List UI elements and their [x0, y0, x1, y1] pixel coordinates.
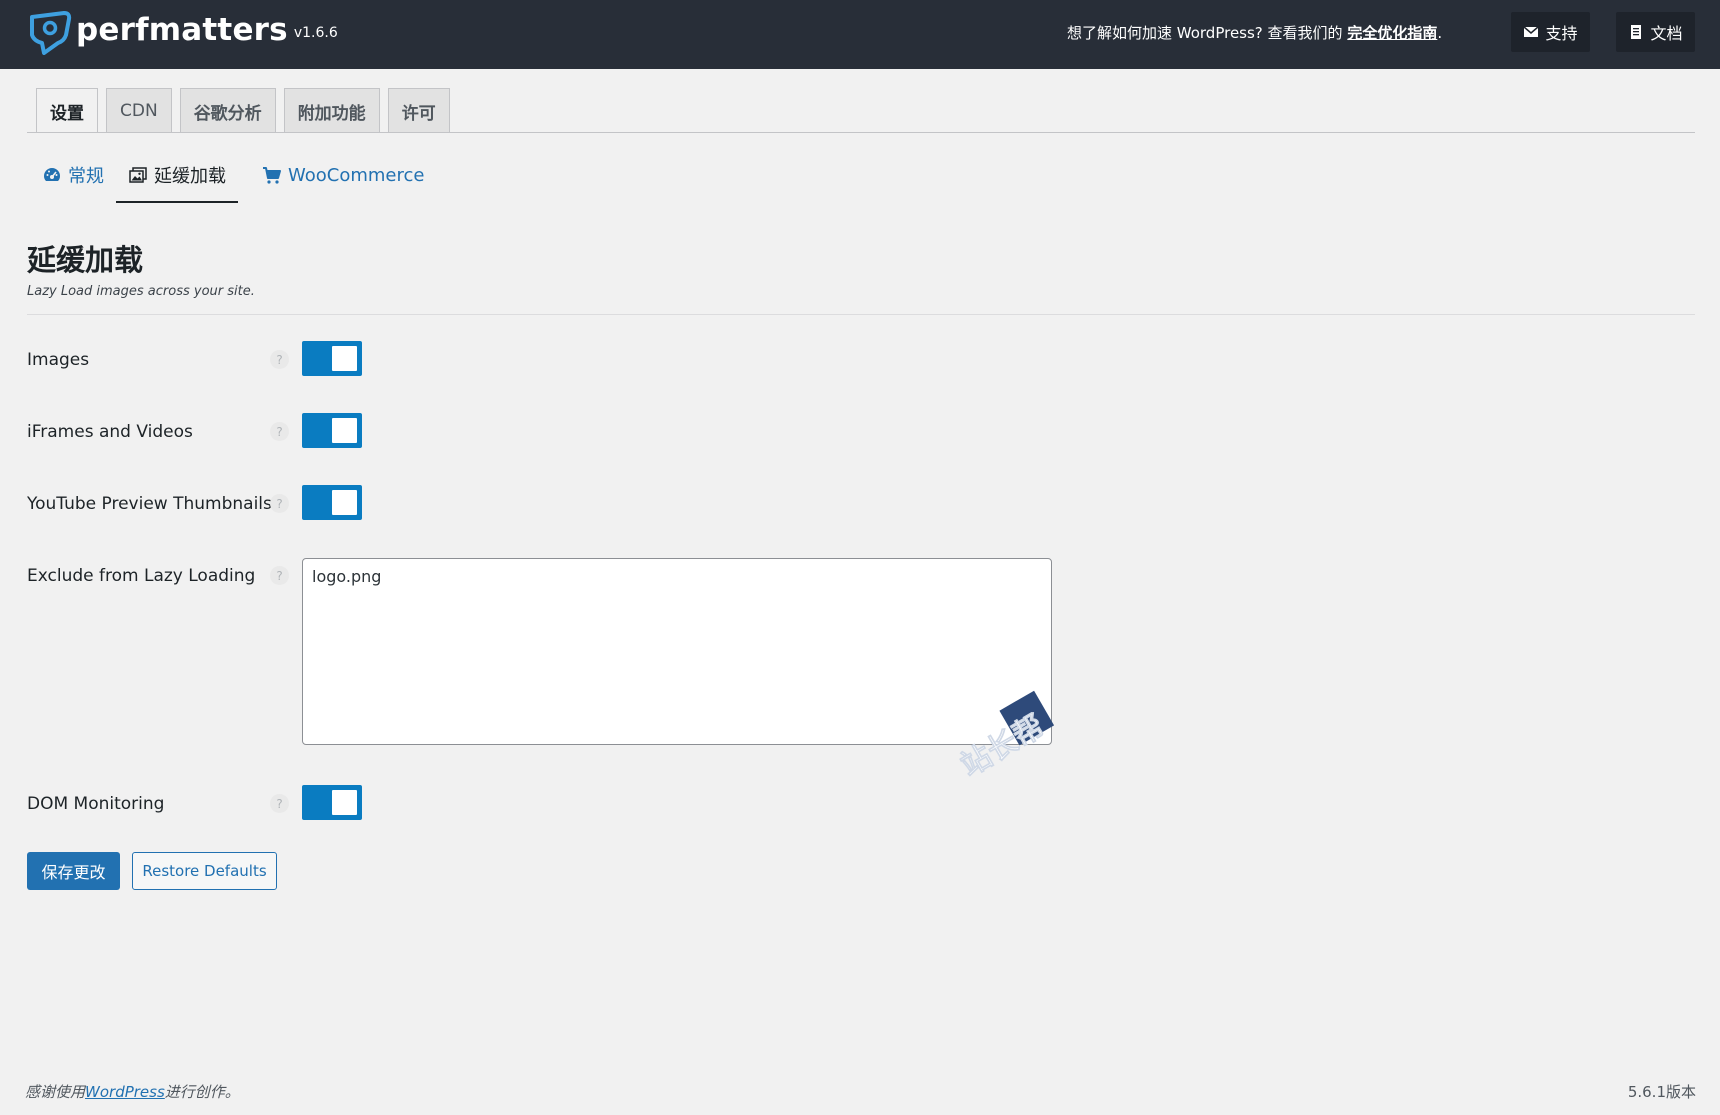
docs-button[interactable]: 文档 [1616, 12, 1695, 52]
images-icon [129, 167, 147, 183]
document-icon [1631, 25, 1642, 39]
subnav-lazy-load-label: 延缓加载 [154, 166, 226, 187]
images-label: Images [27, 350, 90, 370]
watermark: 站长帮 [955, 690, 1055, 784]
iframes-help-icon[interactable]: ? [270, 422, 289, 441]
iframes-videos-toggle[interactable] [302, 413, 362, 448]
logo[interactable]: perfmatters v1.6.6 [26, 9, 338, 55]
tab-settings[interactable]: 设置 [36, 88, 98, 134]
top-bar: perfmatters v1.6.6 想了解如何加速 WordPress? 查看… [0, 0, 1720, 69]
support-label: 支持 [1545, 24, 1578, 43]
mail-icon [1523, 26, 1539, 37]
youtube-help-icon[interactable]: ? [270, 494, 289, 513]
dom-monitoring-label: DOM Monitoring [27, 794, 165, 814]
youtube-thumbnails-label: YouTube Preview Thumbnails [27, 494, 272, 514]
watermark-text: 站长帮 [955, 709, 1050, 784]
footer-suffix: 进行创作。 [164, 1083, 240, 1101]
toggle-knob [332, 490, 357, 515]
sub-navigation: 常规 延缓加载 WooCommerce [40, 153, 448, 203]
images-help-icon[interactable]: ? [270, 350, 289, 369]
subnav-general-label: 常规 [68, 166, 104, 187]
dom-help-icon[interactable]: ? [270, 794, 289, 813]
subnav-woocommerce-label: WooCommerce [288, 164, 425, 186]
subnav-woocommerce[interactable]: WooCommerce [260, 153, 426, 197]
save-changes-button[interactable]: 保存更改 [27, 852, 120, 890]
tab-google-analytics[interactable]: 谷歌分析 [179, 88, 276, 133]
cart-icon [263, 167, 281, 184]
docs-label: 文档 [1650, 24, 1683, 43]
header-guide-text: 想了解如何加速 WordPress? 查看我们的 完全优化指南. [1067, 22, 1442, 43]
brand-name: perfmatters [76, 12, 288, 48]
guide-prefix: 想了解如何加速 WordPress? 查看我们的 [1067, 24, 1348, 42]
tab-license[interactable]: 许可 [387, 88, 450, 133]
subnav-general[interactable]: 常规 [40, 153, 106, 197]
images-toggle[interactable] [302, 341, 362, 376]
version-label: v1.6.6 [293, 25, 338, 41]
youtube-thumbnails-toggle[interactable] [302, 485, 362, 520]
footer-prefix: 感谢使用 [25, 1083, 86, 1101]
section-divider [27, 314, 1695, 315]
dom-monitoring-toggle[interactable] [302, 785, 362, 820]
dashboard-icon [44, 168, 60, 181]
exclude-help-icon[interactable]: ? [270, 566, 289, 585]
tabs-divider [27, 132, 1695, 133]
support-button[interactable]: 支持 [1511, 12, 1590, 52]
wordpress-link[interactable]: WordPress [85, 1083, 165, 1101]
exclude-lazy-label: Exclude from Lazy Loading [27, 566, 256, 586]
iframes-videos-label: iFrames and Videos [27, 422, 193, 442]
restore-defaults-button[interactable]: Restore Defaults [132, 852, 277, 890]
subnav-lazy-load[interactable]: 延缓加载 [116, 153, 238, 203]
guide-link[interactable]: 完全优化指南 [1347, 24, 1437, 42]
toggle-knob [332, 346, 357, 371]
footer-version: 5.6.1版本 [1627, 1083, 1696, 1101]
section-title: 延缓加载 [27, 243, 144, 277]
guide-suffix: . [1437, 24, 1443, 42]
toggle-knob [332, 418, 357, 443]
perfmatters-logo-icon [30, 11, 72, 55]
tab-cdn[interactable]: CDN [106, 88, 172, 133]
footer-credit: 感谢使用WordPress进行创作。 [25, 1081, 240, 1102]
section-description: Lazy Load images across your site. [27, 284, 255, 299]
tab-extras[interactable]: 附加功能 [283, 88, 380, 133]
toggle-knob [332, 790, 357, 815]
main-tabs: 设置 CDN 谷歌分析 附加功能 许可 [36, 88, 450, 134]
